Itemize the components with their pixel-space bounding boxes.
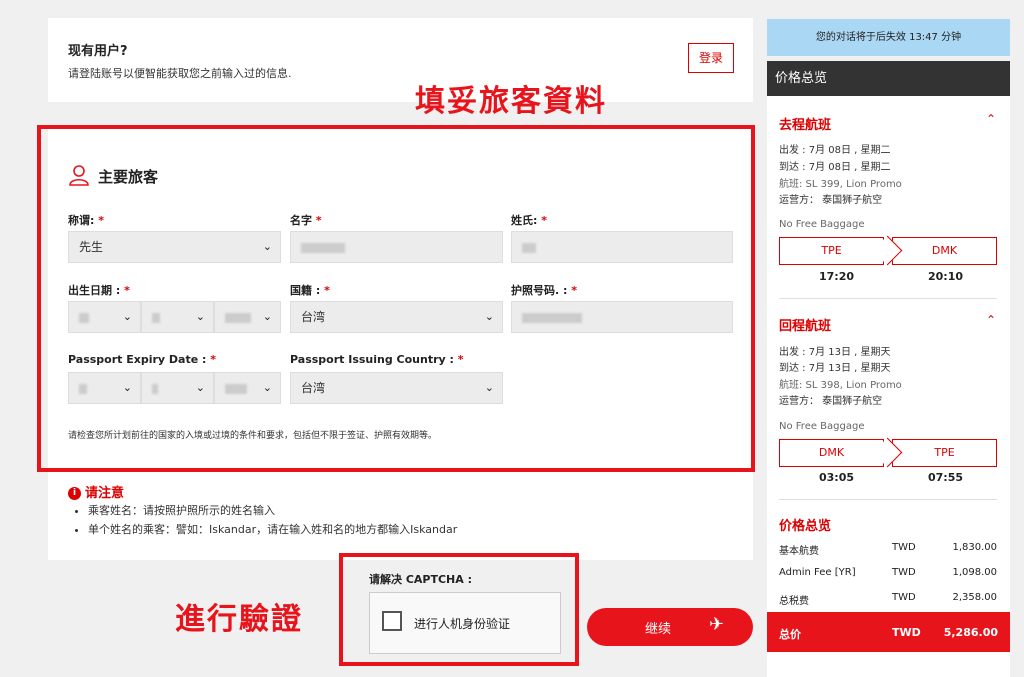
existing-user-subtitle: 请登陆账号以便智能获取您之前输入过的信息. — [68, 67, 292, 80]
airplane-icon: ✈ — [709, 614, 725, 635]
annotation-form-highlight — [37, 125, 755, 472]
price-title: 价格总览 — [779, 519, 832, 534]
outbound-dep-time: 17:20 — [819, 270, 855, 283]
inbound-depart: 出发 : 7月 13日 , 星期天 — [779, 347, 891, 358]
inbound-destination: TPE — [892, 439, 997, 467]
price-row-currency: TWD — [892, 592, 916, 603]
notice-list: 乘客姓名：请按照护照所示的姓名输入 单个姓名的乘客：譬如：Iskandar，请在… — [88, 502, 457, 540]
list-item: 单个姓名的乘客：譬如：Iskandar，请在输入姓和名的地方都输入Iskanda… — [88, 521, 457, 537]
inbound-dep-time: 03:05 — [819, 471, 855, 484]
captcha-widget: 进行人机身份验证 — [369, 592, 561, 654]
inbound-arrive: 到达 : 7月 13日 , 星期天 — [779, 363, 891, 374]
list-item: 乘客姓名：请按照护照所示的姓名输入 — [88, 502, 457, 518]
outbound-arr-time: 20:10 — [928, 270, 964, 283]
divider — [779, 298, 997, 299]
total-currency: TWD — [892, 626, 921, 639]
price-summary-sidebar: 去程航班 ⌃ 出发 : 7月 08日 , 星期二 到达 : 7月 08日 , 星… — [767, 96, 1010, 677]
chevron-up-icon[interactable]: ⌃ — [986, 313, 996, 327]
price-row-name: 基本航费 — [779, 546, 819, 557]
price-row-name: Admin Fee [YR] — [779, 567, 856, 578]
outbound-arrive: 到达 : 7月 08日 , 星期二 — [779, 162, 891, 173]
outbound-operator: 运营方： 泰国狮子航空 — [779, 195, 883, 206]
outbound-title: 去程航班 — [779, 118, 832, 133]
sidebar-header: 价格总览 — [767, 61, 1010, 96]
price-row: 总税费 TWD 2,358.00 — [779, 592, 997, 607]
inbound-baggage: No Free Baggage — [779, 421, 865, 432]
info-icon: i — [68, 487, 81, 500]
captcha-checkbox[interactable] — [382, 611, 402, 631]
chevron-up-icon[interactable]: ⌃ — [986, 112, 996, 126]
inbound-operator: 运营方： 泰国狮子航空 — [779, 396, 883, 407]
outbound-origin: TPE — [779, 237, 884, 265]
annotation-fill-info: 填妥旅客資料 — [415, 84, 607, 119]
notice-title: i 请注意 — [68, 482, 124, 501]
captcha-checkbox-label: 进行人机身份验证 — [414, 617, 511, 631]
outbound-destination: DMK — [892, 237, 997, 265]
session-timer: 您的对话将于后失效 13:47 分钟 — [767, 19, 1010, 56]
annotation-verify: 進行驗證 — [175, 602, 303, 637]
price-row-currency: TWD — [892, 567, 916, 578]
outbound-baggage: No Free Baggage — [779, 219, 865, 230]
price-row-name: 总税费 — [779, 596, 809, 607]
price-row: 基本航费 TWD 1,830.00 — [779, 542, 997, 557]
total-value: 5,286.00 — [943, 626, 998, 639]
total-label: 总价 — [779, 628, 801, 641]
total-price-bar: 总价 TWD 5,286.00 — [767, 612, 1010, 652]
outbound-depart: 出发 : 7月 08日 , 星期二 — [779, 145, 891, 156]
continue-button[interactable]: 继续 ✈ — [587, 608, 753, 646]
inbound-origin: DMK — [779, 439, 884, 467]
price-row-value: 1,830.00 — [952, 542, 997, 553]
existing-user-title: 现有用户? — [68, 44, 128, 59]
inbound-flight: 航班: SL 398, Lion Promo — [779, 380, 902, 391]
login-button[interactable]: 登录 — [688, 43, 734, 73]
outbound-flight: 航班: SL 399, Lion Promo — [779, 179, 902, 190]
price-row-currency: TWD — [892, 542, 916, 553]
existing-user-card: 现有用户? 请登陆账号以便智能获取您之前输入过的信息. 登录 — [48, 18, 753, 102]
captcha-label: 请解决 CAPTCHA : — [369, 573, 473, 586]
price-row: Admin Fee [YR] TWD 1,098.00 — [779, 567, 997, 581]
price-row-value: 2,358.00 — [952, 592, 997, 603]
price-row-value: 1,098.00 — [952, 567, 997, 578]
inbound-title: 回程航班 — [779, 319, 832, 334]
continue-label: 继续 — [645, 622, 672, 637]
inbound-route: DMK TPE — [779, 437, 997, 468]
divider — [779, 499, 997, 500]
outbound-route: TPE DMK — [779, 235, 997, 266]
inbound-arr-time: 07:55 — [928, 471, 964, 484]
